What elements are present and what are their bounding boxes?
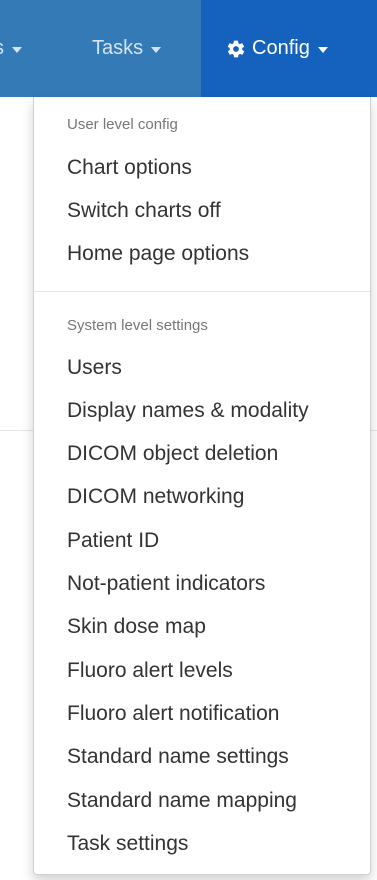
menu-item-fluoro-alert-notification[interactable]: Fluoro alert notification xyxy=(67,702,279,726)
menu-item-fluoro-alert-levels[interactable]: Fluoro alert levels xyxy=(67,659,233,683)
navbar: s Tasks Config xyxy=(0,0,377,97)
nav-config-label: Config xyxy=(252,37,310,59)
user-level-header: User level config xyxy=(67,116,178,133)
menu-item-switch-charts-off[interactable]: Switch charts off xyxy=(67,199,221,223)
system-level-header: System level settings xyxy=(67,317,208,334)
menu-item-skin-dose-map[interactable]: Skin dose map xyxy=(67,615,206,639)
nav-previous-label: s xyxy=(0,37,4,60)
menu-item-not-patient-indicators[interactable]: Not-patient indicators xyxy=(67,572,265,596)
menu-item-home-page-options[interactable]: Home page options xyxy=(67,242,249,266)
menu-item-standard-name-mapping[interactable]: Standard name mapping xyxy=(67,789,297,813)
menu-item-display-names-modality[interactable]: Display names & modality xyxy=(67,399,309,423)
config-dropdown-menu: User level config Chart options Switch c… xyxy=(33,97,371,875)
caret-down-icon xyxy=(151,46,162,53)
menu-item-patient-id[interactable]: Patient ID xyxy=(67,529,159,553)
menu-item-task-settings[interactable]: Task settings xyxy=(67,832,188,856)
menu-item-dicom-networking[interactable]: DICOM networking xyxy=(67,485,244,509)
nav-tasks-label: Tasks xyxy=(92,37,144,59)
caret-down-icon xyxy=(12,46,22,53)
gear-icon xyxy=(227,40,245,57)
menu-divider xyxy=(34,291,370,292)
menu-item-users[interactable]: Users xyxy=(67,356,122,380)
menu-item-dicom-object-deletion[interactable]: DICOM object deletion xyxy=(67,442,278,466)
menu-item-chart-options[interactable]: Chart options xyxy=(67,156,192,180)
caret-down-icon xyxy=(317,46,328,53)
nav-tasks-menu[interactable]: Tasks xyxy=(92,0,162,97)
menu-item-standard-name-settings[interactable]: Standard name settings xyxy=(67,745,289,769)
nav-previous-menu[interactable]: s xyxy=(0,0,22,97)
nav-config-menu[interactable]: Config xyxy=(201,0,377,97)
